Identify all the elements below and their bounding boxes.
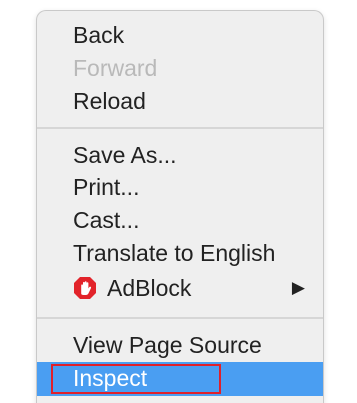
menu-item-reload[interactable]: Reload — [37, 85, 323, 117]
menu-item-adblock[interactable]: AdBlock ▶ — [37, 272, 323, 304]
menu-item-inspect[interactable]: Inspect — [37, 362, 323, 396]
adblock-stop-hand-icon — [74, 277, 96, 299]
menu-item-cast[interactable]: Cast... — [37, 204, 323, 236]
menu-item-back[interactable]: Back — [37, 19, 323, 51]
context-menu: Back Forward Reload Save As... Print... … — [36, 10, 324, 403]
menu-separator — [37, 127, 323, 129]
menu-item-forward: Forward — [73, 55, 158, 81]
menu-item-print[interactable]: Print... — [37, 171, 323, 203]
menu-separator — [37, 317, 323, 319]
menu-item-view-source[interactable]: View Page Source — [37, 329, 323, 361]
adblock-label: AdBlock — [107, 275, 192, 301]
menu-item-save-as[interactable]: Save As... — [37, 139, 323, 171]
menu-item-translate[interactable]: Translate to English — [37, 237, 323, 269]
submenu-arrow-icon: ▶ — [291, 278, 305, 297]
